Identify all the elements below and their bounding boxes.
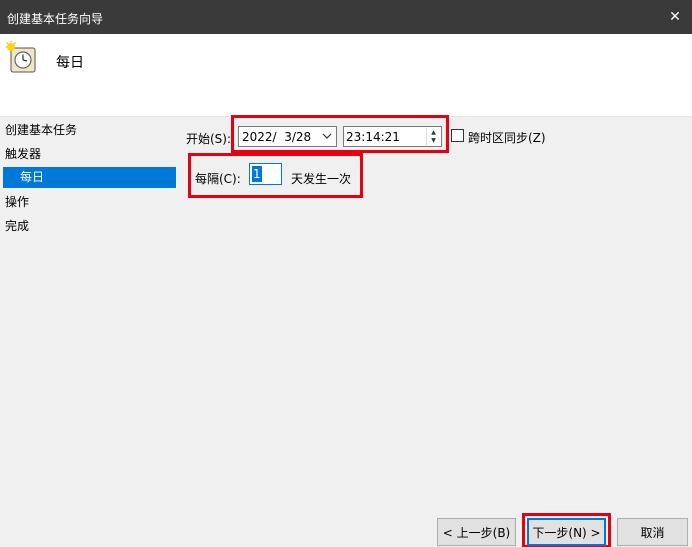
sync-timezones-label[interactable]: 跨时区同步(Z)	[468, 129, 546, 146]
start-date-picker[interactable]: 2022/ 3/28	[238, 126, 337, 147]
interval-input[interactable]: 1	[249, 163, 282, 185]
nav-step-trigger[interactable]: 触发器	[5, 145, 41, 162]
chevron-down-icon	[322, 133, 332, 139]
page-heading: 每日	[56, 55, 84, 71]
nav-step-finish[interactable]: 完成	[5, 217, 29, 234]
interval-value: 1	[252, 166, 262, 182]
nav-step-daily[interactable]: 每日	[3, 167, 176, 188]
start-time-value: 23:14:21	[346, 130, 400, 144]
scheduled-task-clock-icon	[5, 40, 36, 73]
title-bar: 创建基本任务向导 ✕	[0, 0, 692, 34]
nav-step-action[interactable]: 操作	[5, 193, 29, 210]
next-button[interactable]: 下一步(N) >	[527, 518, 606, 546]
cancel-button[interactable]: 取消	[617, 518, 688, 546]
close-icon: ✕	[669, 9, 681, 25]
interval-suffix: 天发生一次	[291, 172, 352, 186]
spin-up-icon[interactable]: ▲	[427, 128, 440, 136]
start-date-value: 2022/ 3/28	[242, 130, 312, 144]
start-time-input[interactable]: 23:14:21 ▲ ▼	[343, 126, 442, 147]
nav-step-create-basic-task[interactable]: 创建基本任务	[5, 121, 77, 138]
wizard-header: 每日	[0, 34, 692, 116]
interval-label: 每隔(C):	[195, 172, 241, 186]
start-label: 开始(S):	[186, 132, 232, 146]
spin-down-icon[interactable]: ▼	[427, 136, 440, 144]
time-spinner[interactable]: ▲ ▼	[426, 128, 440, 145]
wizard-steps-nav: 创建基本任务 触发器 每日 操作 完成	[0, 117, 180, 237]
sync-timezones-checkbox[interactable]	[451, 129, 464, 142]
close-button[interactable]: ✕	[658, 0, 692, 34]
back-button[interactable]: < 上一步(B)	[437, 518, 516, 546]
window-title: 创建基本任务向导	[7, 12, 104, 26]
